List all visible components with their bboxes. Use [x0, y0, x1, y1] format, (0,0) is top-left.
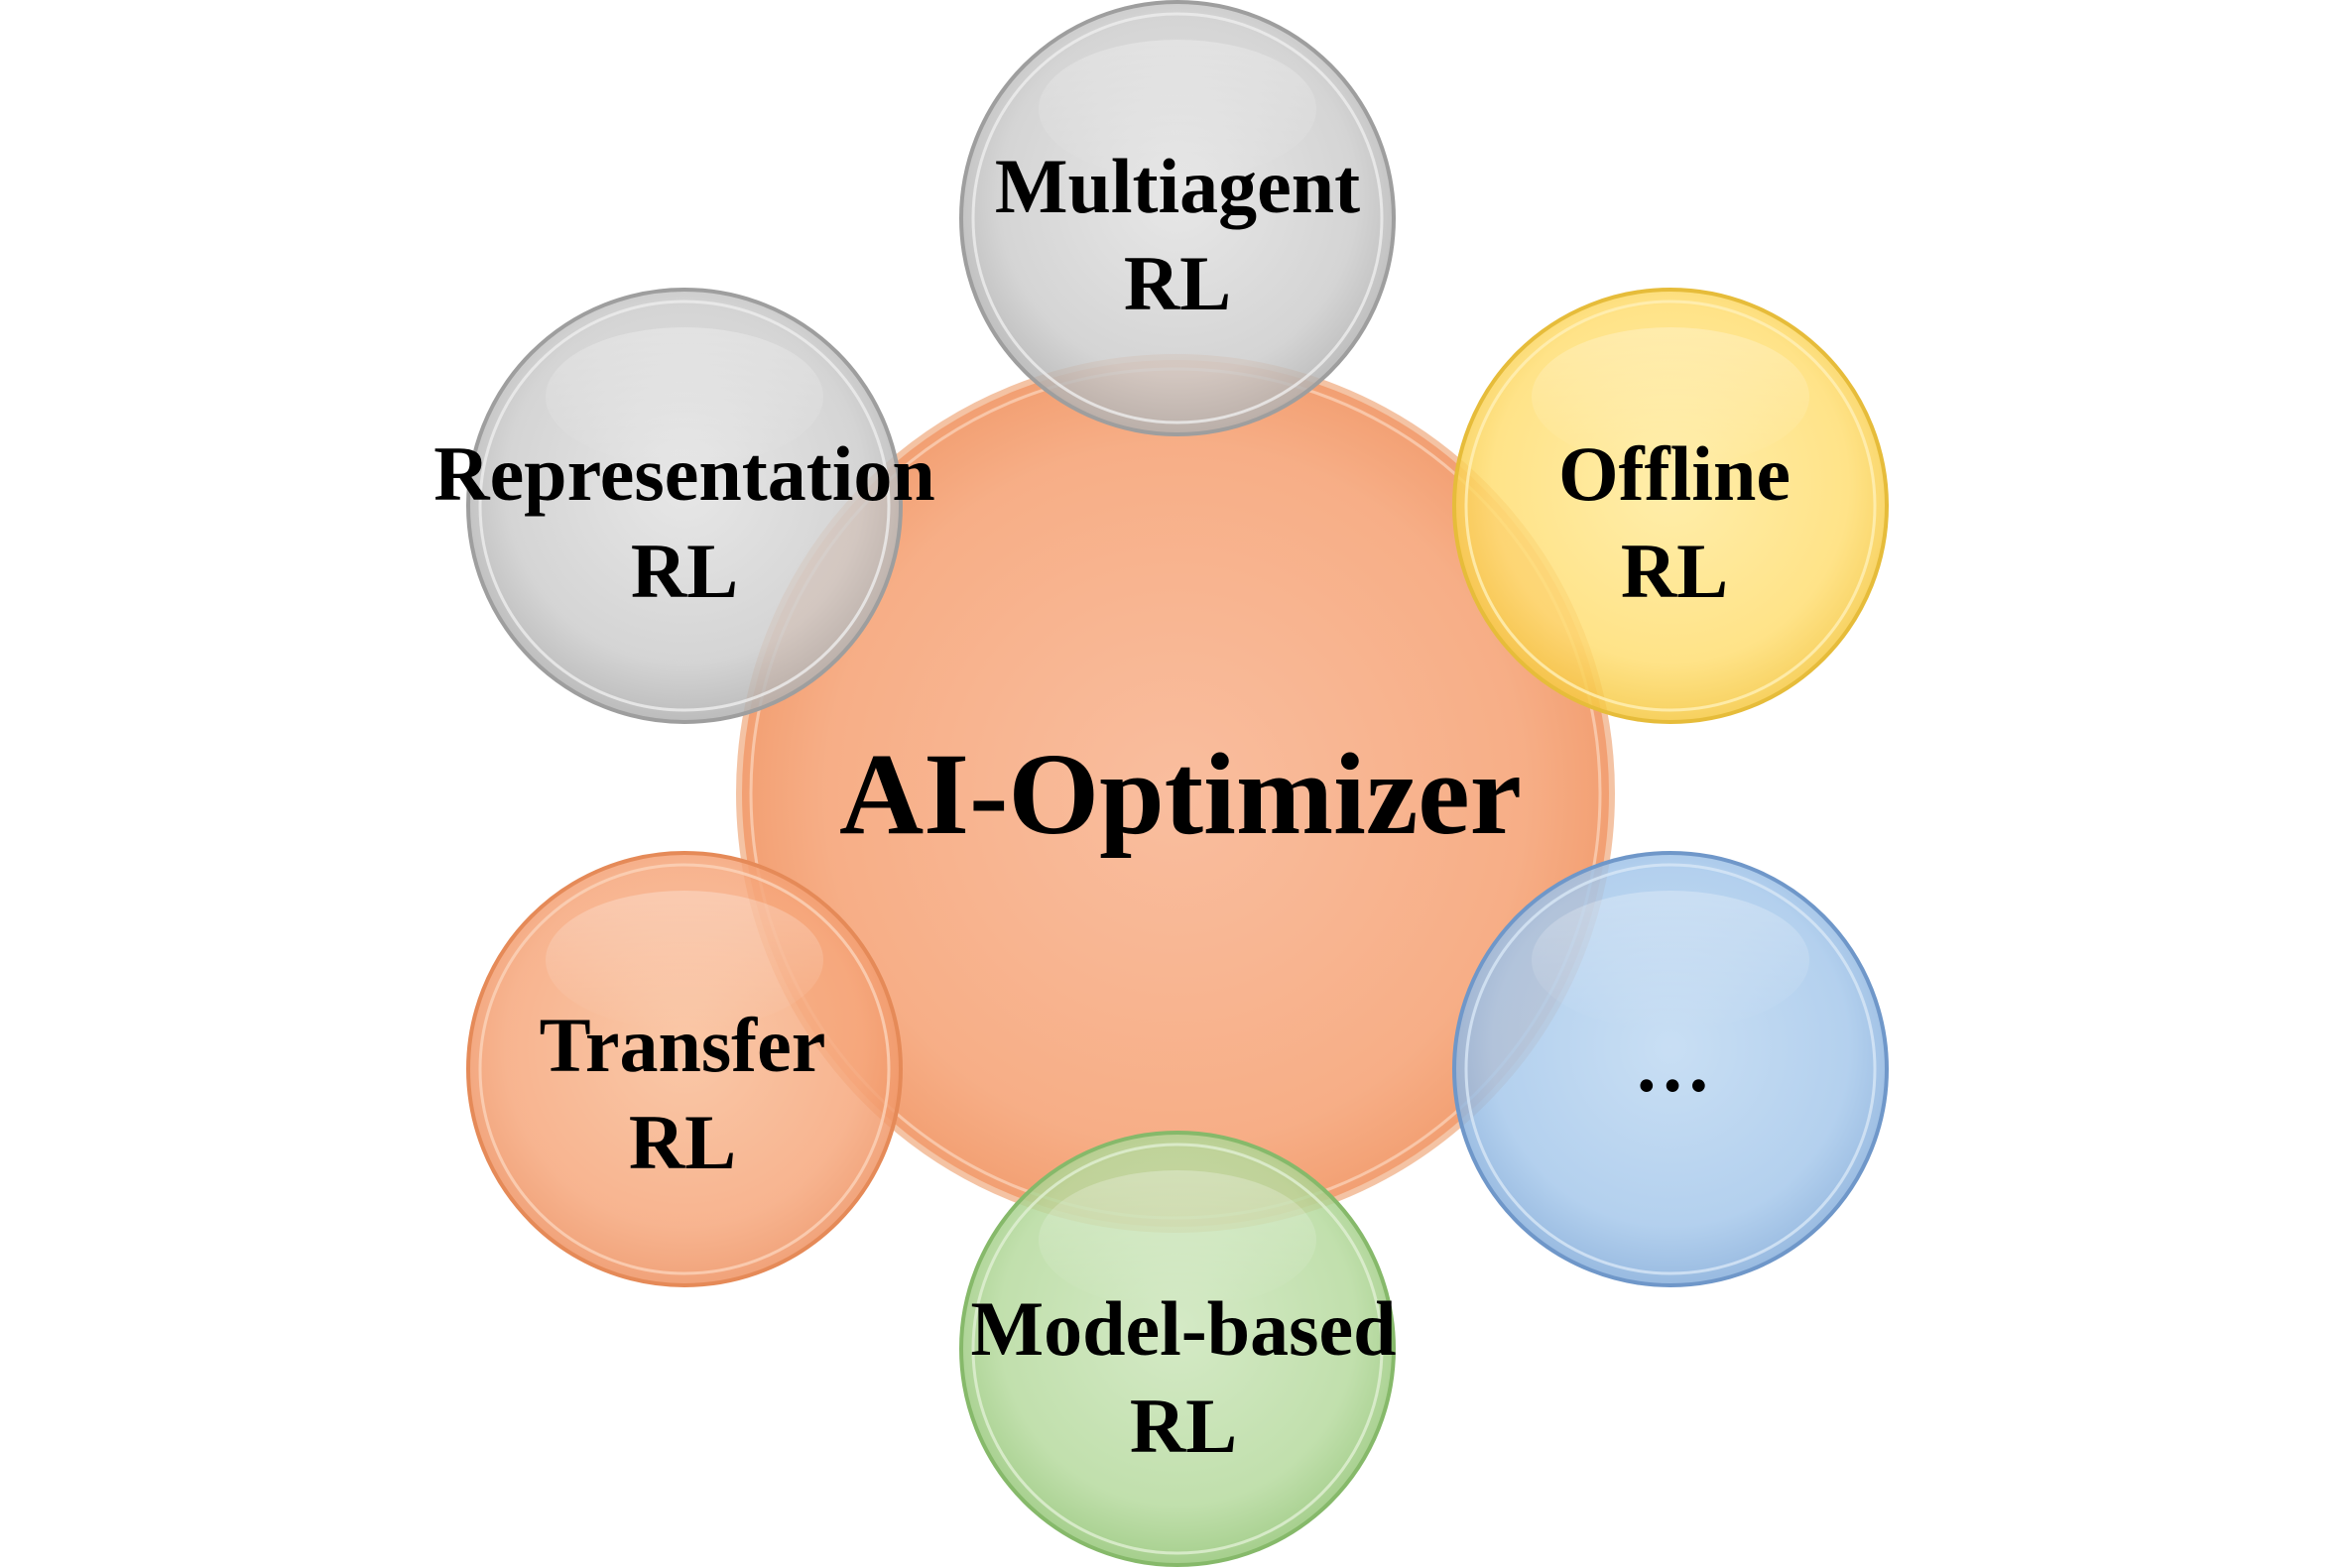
satellite-model-based-line2: RL: [1130, 1383, 1237, 1469]
satellite-offline-line1: Offline: [1558, 430, 1791, 517]
satellite-model-based-line1: Model-based: [971, 1285, 1397, 1372]
satellite-multiagent-line2: RL: [1124, 240, 1231, 326]
center-node-label: AI-Optimizer: [839, 729, 1522, 859]
satellite-transfer-line1: Transfer: [540, 1002, 826, 1088]
satellite-representation-line2: RL: [631, 528, 738, 614]
satellite-multiagent-line1: Multiagent: [995, 143, 1360, 229]
satellite-offline-line2: RL: [1621, 528, 1728, 614]
satellite-multiagent: Multiagent RL: [959, 0, 1396, 436]
satellite-model-based: Model-based RL: [959, 1131, 1397, 1567]
satellite-representation-line1: Representation: [433, 430, 935, 517]
satellite-ellipsis: …: [1452, 851, 1889, 1287]
diagram-canvas: AI-Optimizer Multiagent RL Offline RL … …: [433, 0, 1889, 1567]
satellite-transfer: Transfer RL: [466, 851, 903, 1287]
satellite-offline: Offline RL: [1452, 288, 1889, 724]
satellite-ellipsis-line1: …: [1634, 1022, 1711, 1108]
satellite-transfer-line2: RL: [629, 1099, 736, 1185]
